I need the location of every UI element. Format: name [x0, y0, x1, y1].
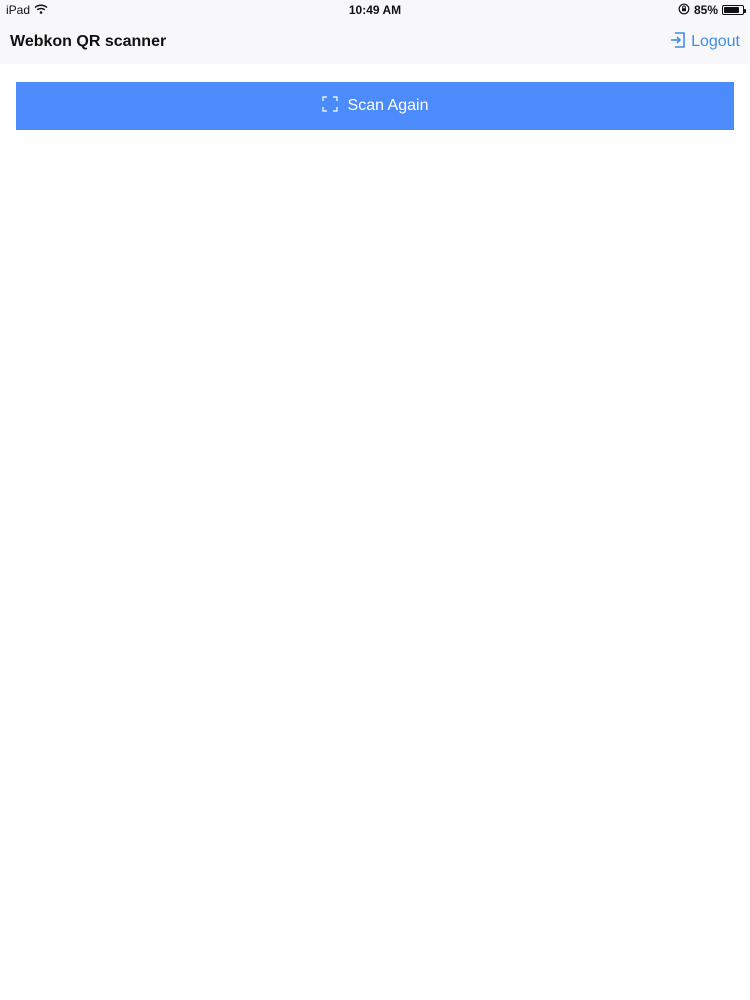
scan-again-button[interactable]: Scan Again	[16, 82, 734, 130]
logout-label: Logout	[691, 33, 740, 50]
status-bar: iPad 10:49 AM 85%	[0, 0, 750, 20]
status-left: iPad	[0, 3, 48, 17]
orientation-lock-icon	[678, 3, 690, 18]
device-label: iPad	[6, 3, 31, 17]
status-time: 10:49 AM	[348, 3, 402, 17]
navigation-bar: Webkon QR scanner Logout	[0, 20, 750, 64]
scan-again-label: Scan Again	[347, 97, 429, 114]
battery-percent: 85%	[693, 3, 718, 17]
logout-button[interactable]: Logout	[669, 31, 750, 54]
app-title: Webkon QR scanner	[10, 33, 167, 50]
battery-fill	[724, 7, 740, 13]
battery-icon	[722, 5, 746, 15]
status-right: 85%	[678, 3, 750, 18]
wifi-icon	[34, 3, 48, 17]
logout-icon	[669, 31, 687, 54]
scan-frame-icon	[321, 95, 338, 117]
app-screen: iPad 10:49 AM 85% Webkon QR scanner Logo…	[0, 0, 750, 1000]
